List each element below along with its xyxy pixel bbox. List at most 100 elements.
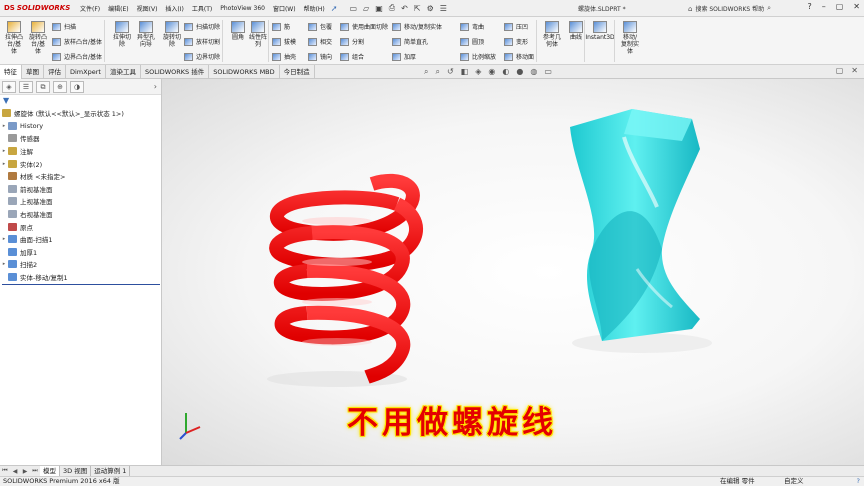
command-tab[interactable]: 草图 bbox=[22, 65, 44, 79]
dimxpert-manager-icon[interactable]: ⊕ bbox=[53, 80, 67, 93]
maximize-icon[interactable]: ▢ bbox=[836, 2, 844, 11]
ribbon-small-button[interactable]: 拔模 bbox=[272, 37, 296, 46]
ribbon-button[interactable]: 线性阵 列 bbox=[246, 21, 270, 48]
command-tab[interactable]: 今日制造 bbox=[280, 65, 315, 79]
ribbon-small-button[interactable]: 圆顶 bbox=[460, 37, 484, 46]
rebuild-icon[interactable]: ⚙ bbox=[427, 4, 434, 13]
property-manager-icon[interactable]: ☰ bbox=[19, 80, 33, 93]
command-tab[interactable]: SOLIDWORKS 插件 bbox=[141, 65, 210, 79]
search-icon[interactable]: ⌕ bbox=[767, 4, 771, 13]
ribbon-small-button[interactable]: 扫描切除 bbox=[184, 22, 220, 31]
command-tab[interactable]: SOLIDWORKS MBD bbox=[209, 65, 280, 79]
bottom-tab[interactable]: 3D 视图 bbox=[60, 466, 92, 476]
first-tab-icon[interactable]: ⏮ bbox=[0, 467, 10, 475]
menu-item[interactable]: 编辑(E) bbox=[108, 4, 128, 13]
help-home-icon[interactable]: ⌂ bbox=[688, 5, 692, 13]
tree-item[interactable]: 上视基准面 bbox=[0, 195, 161, 208]
restore-viewport-icon[interactable]: ▢ bbox=[836, 66, 844, 75]
minimize-icon[interactable]: – bbox=[822, 2, 826, 11]
tree-root[interactable]: 螺旋体 (默认<<默认>_显示状态 1>) bbox=[0, 107, 161, 120]
ribbon-button[interactable]: 参考几 何体 bbox=[540, 21, 564, 48]
ribbon-small-button[interactable]: 移动/复制实体 bbox=[392, 22, 442, 31]
prev-tab-icon[interactable]: ◀ bbox=[10, 468, 20, 475]
ribbon-small-button[interactable]: 简单直孔 bbox=[392, 37, 428, 46]
configuration-manager-icon[interactable]: ⧉ bbox=[36, 80, 50, 93]
menu-item[interactable]: 窗口(W) bbox=[273, 4, 296, 13]
ribbon-small-button[interactable]: 扫描 bbox=[52, 22, 76, 31]
twisted-body[interactable] bbox=[570, 109, 700, 341]
tree-item[interactable]: ▸ 注解 bbox=[0, 145, 161, 158]
ribbon-small-button[interactable]: 分割 bbox=[340, 37, 364, 46]
command-tab[interactable]: 评估 bbox=[44, 65, 66, 79]
tree-item[interactable]: ▸ 扫描2 bbox=[0, 258, 161, 271]
ribbon-small-button[interactable]: 边界凸台/基体 bbox=[52, 52, 102, 61]
undo-icon[interactable]: ↶ bbox=[401, 4, 408, 13]
expand-arrow-icon[interactable]: ▸ bbox=[0, 123, 8, 129]
appearance-icon[interactable]: ● bbox=[516, 67, 523, 77]
zoom-area-icon[interactable]: ⌕ bbox=[435, 67, 439, 77]
ribbon-button[interactable]: 移动/ 复制实 体 bbox=[618, 21, 642, 55]
command-tab[interactable]: 特征 bbox=[0, 65, 22, 79]
bottom-tab[interactable]: 运动算例 1 bbox=[91, 466, 131, 476]
display-manager-icon[interactable]: ◑ bbox=[70, 80, 84, 93]
print-icon[interactable]: ⎙ bbox=[389, 3, 395, 13]
ribbon-button[interactable]: 拉伸切 除 bbox=[110, 21, 134, 48]
help-icon[interactable]: ? bbox=[807, 2, 811, 11]
options-icon[interactable]: ☰ bbox=[440, 4, 447, 13]
tree-item[interactable]: 传感器 bbox=[0, 132, 161, 145]
status-units[interactable]: 自定义 bbox=[784, 477, 804, 486]
tree-item[interactable]: 实体-移动/复制1 bbox=[0, 271, 161, 284]
ribbon-small-button[interactable]: 变形 bbox=[504, 37, 528, 46]
close-viewport-icon[interactable]: ✕ bbox=[851, 66, 858, 75]
ribbon-small-button[interactable]: 压凹 bbox=[504, 22, 528, 31]
ribbon-small-button[interactable]: 镜向 bbox=[308, 52, 332, 61]
feature-manager-icon[interactable]: ◈ bbox=[2, 80, 16, 93]
ribbon-small-button[interactable]: 弯曲 bbox=[460, 22, 484, 31]
save-icon[interactable]: ▣ bbox=[375, 4, 383, 13]
menu-item[interactable]: 文件(F) bbox=[80, 4, 100, 13]
new-icon[interactable]: ▭ bbox=[349, 4, 357, 13]
ribbon-button[interactable]: 旋转切 除 bbox=[160, 21, 184, 48]
spiral-body[interactable] bbox=[269, 173, 423, 384]
ribbon-small-button[interactable]: 使用曲面切除 bbox=[340, 22, 388, 31]
close-icon[interactable]: ✕ bbox=[853, 2, 860, 11]
help-icon[interactable]: ? bbox=[857, 477, 860, 486]
graphics-area[interactable]: 不用做螺旋线 bbox=[162, 79, 864, 465]
tree-item[interactable]: 右视基准面 bbox=[0, 208, 161, 221]
last-tab-icon[interactable]: ⏭ bbox=[30, 467, 40, 475]
ribbon-button[interactable]: Instant3D bbox=[585, 21, 615, 41]
tree-item[interactable]: 加厚1 bbox=[0, 246, 161, 259]
ribbon-button[interactable]: 旋转凸 台/基 体 bbox=[26, 21, 50, 55]
previous-view-icon[interactable]: ↺ bbox=[447, 67, 454, 77]
next-tab-icon[interactable]: ▶ bbox=[20, 468, 30, 475]
search-input[interactable]: 搜索 SOLIDWORKS 帮助 bbox=[695, 4, 764, 13]
scene-icon[interactable]: ◍ bbox=[530, 67, 537, 77]
rollback-bar[interactable] bbox=[2, 284, 160, 286]
ribbon-small-button[interactable]: 组合 bbox=[340, 52, 364, 61]
expand-arrow-icon[interactable]: ▸ bbox=[0, 161, 8, 167]
select-icon[interactable]: ⇱ bbox=[414, 4, 421, 13]
solidworks-logo[interactable]: DS SOLIDWORKS bbox=[0, 0, 72, 17]
expand-arrow-icon[interactable]: ▸ bbox=[0, 261, 8, 267]
ribbon-small-button[interactable]: 比例缩放 bbox=[460, 52, 496, 61]
ribbon-small-button[interactable]: 筋 bbox=[272, 22, 290, 31]
menu-item[interactable]: PhotoView 360 bbox=[220, 5, 265, 12]
ribbon-small-button[interactable]: 放样凸台/基体 bbox=[52, 37, 102, 46]
tree-item[interactable]: 原点 bbox=[0, 220, 161, 233]
ribbon-small-button[interactable]: 相交 bbox=[308, 37, 332, 46]
tree-item[interactable]: ▸ History bbox=[0, 120, 161, 133]
open-icon[interactable]: ▱ bbox=[363, 4, 369, 13]
command-tab[interactable]: 渲染工具 bbox=[106, 65, 141, 79]
command-tab[interactable]: DimXpert bbox=[66, 65, 106, 79]
filter-icon[interactable]: ▼ bbox=[0, 95, 161, 107]
hide-show-icon[interactable]: ◐ bbox=[502, 67, 509, 77]
pin-icon[interactable]: ➚ bbox=[331, 4, 338, 13]
ribbon-small-button[interactable]: 包覆 bbox=[308, 22, 332, 31]
ribbon-small-button[interactable]: 放样切割 bbox=[184, 37, 220, 46]
zoom-fit-icon[interactable]: ⌕ bbox=[424, 67, 428, 77]
view-settings-icon[interactable]: ▭ bbox=[544, 67, 552, 77]
expand-arrow-icon[interactable]: ▸ bbox=[0, 236, 8, 242]
ribbon-small-button[interactable]: 边界切除 bbox=[184, 52, 220, 61]
tree-item[interactable]: ▸ 实体(2) bbox=[0, 157, 161, 170]
tree-item[interactable]: 前视基准面 bbox=[0, 183, 161, 196]
